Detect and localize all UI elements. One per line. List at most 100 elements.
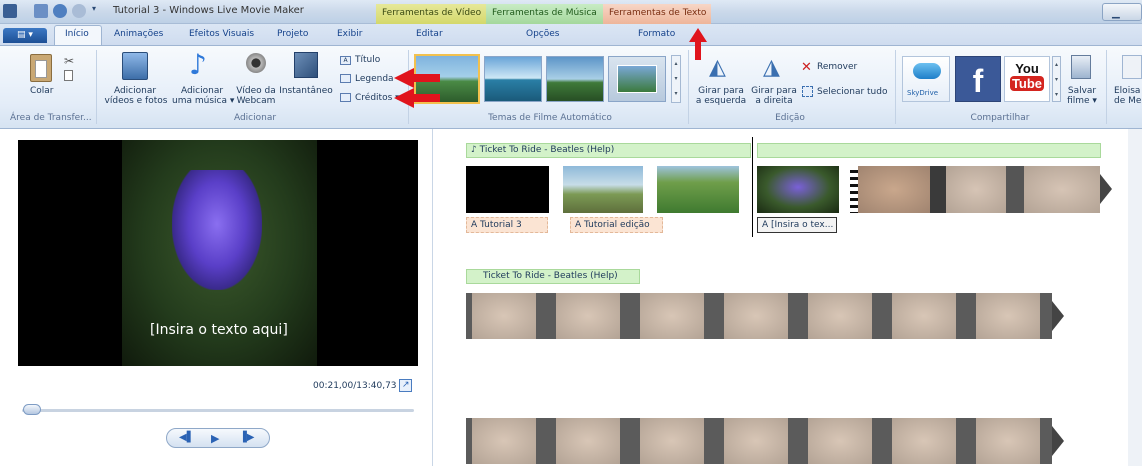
save-icon[interactable] [34, 4, 48, 18]
add-music-label-2[interactable]: uma música ▾ [172, 96, 234, 106]
strip-frame[interactable] [640, 418, 704, 464]
text-clip-3[interactable]: A [Insira o tex... [757, 217, 837, 233]
rotate-left-label-1[interactable]: Girar para [694, 86, 748, 96]
music-note-icon[interactable]: ♪ [189, 50, 207, 80]
webcam-icon[interactable] [246, 53, 266, 73]
share-scroll[interactable]: ▴ ▾ ▾ [1052, 56, 1061, 102]
save-movie-icon[interactable] [1071, 55, 1091, 79]
rotate-right-label-2[interactable]: a direita [750, 96, 798, 106]
file-menu-button[interactable]: ▤ ▾ [3, 28, 47, 43]
cut-icon[interactable]: ✂ [64, 54, 74, 68]
strip-frame[interactable] [892, 418, 956, 464]
next-frame-icon[interactable]: ▐▶ [239, 432, 254, 443]
seek-bar[interactable] [22, 409, 414, 412]
text-clip-1[interactable]: A Tutorial 3 [466, 217, 548, 233]
save-movie-label-1[interactable]: Salvar [1066, 86, 1098, 96]
context-tab-text-tools[interactable]: Ferramentas de Texto [603, 4, 711, 24]
tab-editar[interactable]: Editar [416, 29, 443, 39]
theme-thumbnail-3[interactable] [546, 56, 604, 102]
strip-frame[interactable] [472, 293, 536, 339]
tab-efeitos-visuais[interactable]: Efeitos Visuais [189, 29, 254, 39]
caption-label[interactable]: Legenda [355, 74, 394, 84]
strip-end-arrow [1100, 174, 1112, 204]
music-track-2[interactable]: Ticket To Ride - Beatles (Help) [466, 269, 640, 284]
strip-frame[interactable] [640, 293, 704, 339]
credits-icon[interactable] [340, 93, 351, 102]
rotate-right-icon[interactable]: ◮ [763, 55, 780, 80]
add-videos-label-1[interactable]: Adicionar [100, 86, 170, 96]
fullscreen-icon[interactable]: ↗ [399, 379, 412, 392]
undo-icon[interactable] [53, 4, 67, 18]
themes-scroll[interactable]: ▴ ▾ ▾ [671, 55, 681, 103]
clip-video-2[interactable] [946, 166, 1006, 213]
tab-formato[interactable]: Formato [638, 29, 675, 39]
timeline-scrollbar[interactable] [1128, 129, 1142, 466]
clip-flower-field[interactable] [657, 166, 739, 213]
copy-icon[interactable] [64, 70, 73, 81]
strip-frame[interactable] [976, 418, 1040, 464]
tab-animacoes[interactable]: Animações [114, 29, 163, 39]
clip-black-frame[interactable] [466, 166, 549, 213]
clip-flower-selected[interactable] [757, 166, 839, 213]
add-videos-photos-icon[interactable] [122, 52, 148, 80]
group-edit-label: Edição [775, 113, 805, 123]
clip-video-1[interactable] [858, 166, 930, 213]
strip-frame[interactable] [472, 418, 536, 464]
webcam-label-1[interactable]: Vídeo da [234, 86, 278, 96]
previous-frame-icon[interactable]: ◀▌ [179, 432, 194, 443]
webcam-label-2[interactable]: Webcam [234, 96, 278, 106]
redo-icon[interactable] [72, 4, 86, 18]
context-tab-music-tools[interactable]: Ferramentas de Música [486, 4, 603, 24]
save-movie-label-2[interactable]: filme ▾ [1066, 96, 1098, 106]
remove-icon[interactable]: ✕ [801, 60, 812, 75]
title-label[interactable]: Título [355, 55, 380, 65]
rotate-right-label-1[interactable]: Girar para [750, 86, 798, 96]
strip-frame[interactable] [976, 293, 1040, 339]
strip-frame[interactable] [808, 293, 872, 339]
customize-toolbar-icon[interactable]: ▾ [92, 4, 102, 18]
window-controls [1102, 3, 1142, 21]
facebook-icon[interactable]: f [955, 56, 1001, 102]
theme-thumbnail-2[interactable] [484, 56, 542, 102]
theme-thumbnail-4[interactable] [608, 56, 666, 102]
skydrive-button[interactable]: SkyDrive [902, 56, 950, 102]
select-all-label[interactable]: Selecionar tudo [817, 87, 887, 97]
account-icon[interactable] [1122, 55, 1142, 79]
account-label-2[interactable]: de Me [1114, 96, 1141, 106]
add-videos-label-2[interactable]: vídeos e fotos [102, 96, 170, 106]
caption-icon[interactable] [340, 74, 351, 83]
seek-thumb[interactable] [23, 404, 41, 415]
tab-exibir[interactable]: Exibir [337, 29, 362, 39]
play-icon[interactable]: ▶ [211, 432, 219, 445]
select-all-icon[interactable] [802, 86, 813, 97]
paste-label[interactable]: Colar [30, 86, 54, 96]
snapshot-label[interactable]: Instantâneo [279, 86, 333, 96]
preview-caption-text: [Insira o texto aqui] [150, 322, 288, 338]
strip-frame[interactable] [892, 293, 956, 339]
rotate-left-label-2[interactable]: a esquerda [694, 96, 748, 106]
youtube-icon[interactable]: You Tube [1004, 56, 1050, 102]
clip-video-3[interactable] [1024, 166, 1100, 213]
strip-frame[interactable] [808, 418, 872, 464]
tab-projeto[interactable]: Projeto [277, 29, 308, 39]
context-tab-video-tools[interactable]: Ferramentas de Vídeo [376, 4, 486, 24]
strip-frame[interactable] [556, 293, 620, 339]
text-clip-2[interactable]: A Tutorial edição [570, 217, 663, 233]
music-track-1[interactable]: ♪ Ticket To Ride - Beatles (Help) [466, 143, 751, 158]
strip-frame[interactable] [724, 418, 788, 464]
remove-label[interactable]: Remover [817, 62, 857, 72]
minimize-icon[interactable]: ▁ [1112, 8, 1120, 19]
playhead[interactable] [752, 137, 753, 237]
tab-inicio[interactable]: Início [65, 29, 89, 39]
snapshot-icon[interactable] [294, 52, 318, 78]
account-label-1[interactable]: Eloisa [1114, 86, 1140, 96]
add-music-label-1[interactable]: Adicionar [172, 86, 232, 96]
strip-frame[interactable] [724, 293, 788, 339]
tab-opcoes[interactable]: Opções [526, 29, 559, 39]
paste-icon[interactable] [30, 54, 52, 82]
music-track-1-continued[interactable] [757, 143, 1101, 158]
clip-landscape[interactable] [563, 166, 643, 213]
rotate-left-icon[interactable]: ◭ [709, 55, 726, 80]
strip-frame[interactable] [556, 418, 620, 464]
title-icon[interactable]: A [340, 56, 351, 65]
